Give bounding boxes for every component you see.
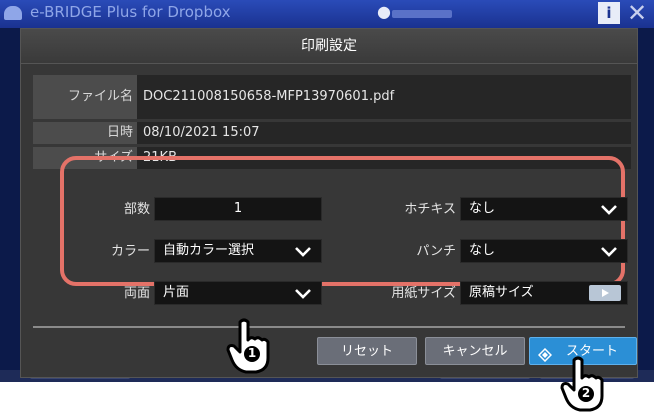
date-label: 日時 (33, 122, 137, 144)
hand-pointer-icon-step-1: 1 (226, 318, 276, 374)
staple-value: なし (469, 201, 496, 216)
app-titlebar: e-BRIDGE Plus for Dropbox ● i ✕ (0, 0, 654, 28)
file-name-row: ファイル名 DOC211008150658-MFP13970601.pdf (33, 75, 631, 119)
color-label: カラー (110, 244, 150, 259)
app-title: e-BRIDGE Plus for Dropbox (30, 3, 231, 21)
paper-size-label: 用紙サイズ (391, 286, 456, 301)
copies-value: 1 (233, 201, 243, 216)
close-icon[interactable]: ✕ (624, 0, 650, 26)
color-select[interactable]: 自動カラー選択 (154, 239, 322, 263)
chevron-down-icon (295, 247, 311, 257)
duplex-select[interactable]: 片面 (154, 281, 322, 305)
step-1-number: 1 (247, 346, 257, 360)
color-value: 自動カラー選択 (163, 243, 255, 258)
print-options-panel: 部数 1 カラー 自動カラー選択 両面 片面 ホチキス なし パンチ なし 用紙… (60, 156, 628, 305)
date-row: 日時 08/10/2021 15:07 (33, 122, 631, 144)
paper-size-select[interactable]: 原稿サイズ (460, 281, 628, 305)
hand-pointer-icon-step-2: 2 (560, 356, 610, 412)
file-name-value: DOC211008150658-MFP13970601.pdf (137, 75, 631, 119)
chevron-down-icon (601, 205, 617, 215)
user-name-redacted (392, 10, 452, 18)
dialog-title: 印刷設定 (301, 38, 357, 54)
punch-value: なし (469, 243, 496, 258)
staple-select[interactable]: なし (460, 197, 628, 221)
step-2-number: 2 (581, 386, 591, 400)
copies-label: 部数 (123, 202, 150, 217)
play-arrow-icon[interactable] (589, 285, 621, 301)
info-icon[interactable]: i (598, 2, 620, 24)
cancel-button[interactable]: キャンセル (425, 337, 525, 365)
staple-label: ホチキス (404, 202, 456, 217)
punch-select[interactable]: なし (460, 239, 628, 263)
duplex-label: 両面 (123, 286, 150, 301)
start-diamond-icon (537, 345, 553, 363)
dialog-header: 印刷設定 (21, 29, 637, 64)
divider (33, 326, 625, 328)
dropbox-logo-icon (4, 6, 22, 20)
punch-label: パンチ (416, 244, 456, 259)
date-value: 08/10/2021 15:07 (137, 122, 631, 144)
chevron-down-icon (601, 247, 617, 257)
paper-size-value: 原稿サイズ (469, 285, 534, 300)
chevron-down-icon (295, 289, 311, 299)
reset-button[interactable]: リセット (317, 337, 417, 365)
duplex-value: 片面 (163, 285, 190, 300)
file-name-label: ファイル名 (33, 75, 137, 119)
copies-input[interactable]: 1 (154, 197, 322, 221)
